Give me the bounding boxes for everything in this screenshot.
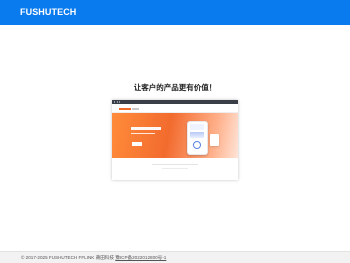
copyright-text: © 2017-2025 FUSHUTECH FFLINK 莆田科技 xyxy=(21,254,114,260)
product-screenshot-image xyxy=(112,100,238,180)
top-nav-bar: FUSHUTECH xyxy=(0,0,350,25)
icp-link[interactable]: 豫ICP备2022012800号-1 xyxy=(115,255,166,260)
preview-hero-banner xyxy=(112,113,238,158)
brand-logo[interactable]: FUSHUTECH xyxy=(20,7,76,17)
preview-logo-text xyxy=(132,107,139,110)
preview-logo xyxy=(119,107,131,110)
footer-content: © 2017-2025 FUSHUTECH FFLINK 莆田科技 豫ICP备2… xyxy=(21,255,166,261)
preview-hero-subtitle xyxy=(131,133,155,135)
small-phone-mockup-icon xyxy=(210,134,219,146)
footer: © 2017-2025 FUSHUTECH FFLINK 莆田科技 豫ICP备2… xyxy=(0,251,350,263)
phone-mockup-icon xyxy=(187,121,208,155)
page-headline: 让客户的产品更有价值！ xyxy=(133,83,217,92)
preview-text-line xyxy=(162,168,188,170)
preview-hero-title xyxy=(131,127,161,130)
preview-hero-button xyxy=(132,142,142,146)
preview-text-line xyxy=(152,164,198,166)
